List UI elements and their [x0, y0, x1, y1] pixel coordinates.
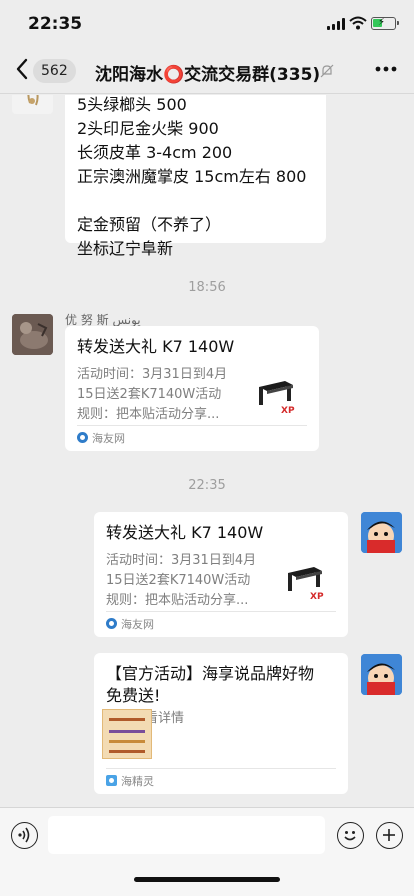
- mute-bell-icon: [320, 64, 334, 78]
- card-source: 海友网: [106, 611, 336, 637]
- chat-messages: 5头绿榔头 500 2头印尼金火柴 900 长须皮革 3-4cm 200 正宗澳…: [0, 95, 414, 807]
- message-line: 坐标辽宁阜新: [77, 239, 174, 258]
- status-bar: 22:35 ⚡: [0, 0, 414, 48]
- message-line: 2头印尼金火柴 900: [77, 119, 219, 138]
- plus-more-icon[interactable]: [376, 822, 403, 849]
- battery-icon: ⚡: [371, 17, 399, 30]
- message-line: 5头绿榔头 500: [77, 95, 187, 114]
- emoji-icon[interactable]: [337, 822, 364, 849]
- home-indicator[interactable]: [134, 877, 280, 882]
- haijingling-logo-icon: [106, 775, 117, 786]
- message-timestamp: 18:56: [188, 280, 226, 295]
- voice-input-icon[interactable]: [11, 822, 38, 849]
- link-card[interactable]: 【官方活动】海享说品牌好物 免费送! 点击查看详情 海精灵: [94, 653, 348, 794]
- chat-title: 沈阳海水⭕交流交易群(335): [95, 65, 321, 85]
- card-title: 转发送大礼 K7 140W: [106, 523, 264, 542]
- message-line: [77, 189, 314, 213]
- svg-text:XP: XP: [281, 406, 295, 416]
- input-bar: [0, 807, 414, 896]
- my-avatar[interactable]: [361, 512, 402, 553]
- my-avatar[interactable]: [361, 654, 402, 695]
- product-thumbnail-icon: XP: [282, 555, 336, 609]
- unread-count-badge[interactable]: 562: [33, 59, 76, 83]
- message-line: 正宗澳洲魔掌皮 15cm左右 800: [77, 167, 307, 186]
- card-source: 海精灵: [106, 768, 336, 794]
- sender-avatar[interactable]: [12, 314, 53, 355]
- status-time: 22:35: [28, 14, 83, 34]
- link-card[interactable]: 转发送大礼 K7 140W 活动时间：3月31日到4月 15日送2套K7140W…: [65, 326, 319, 451]
- card-source: 海友网: [77, 425, 307, 451]
- card-title: 转发送大礼 K7 140W: [77, 337, 235, 356]
- sender-avatar[interactable]: [12, 95, 53, 114]
- wifi-icon: [349, 16, 367, 30]
- link-card[interactable]: 转发送大礼 K7 140W 活动时间：3月31日到4月 15日送2套K7140W…: [94, 512, 348, 637]
- haiyou-logo-icon: [106, 618, 117, 629]
- back-chevron-icon[interactable]: [14, 57, 30, 81]
- haiyou-logo-icon: [77, 432, 88, 443]
- card-description: 活动时间：3月31日到4月 15日送2套K7140W活动 规则：把本贴活动分享.…: [106, 553, 257, 608]
- nav-bar: 562 沈阳海水⭕交流交易群(335): [0, 48, 414, 94]
- cellular-signal-icon: [327, 18, 345, 30]
- svg-text:XP: XP: [310, 592, 324, 602]
- message-line: 定金预留（不养了）: [77, 215, 222, 234]
- card-description: 活动时间：3月31日到4月 15日送2套K7140W活动 规则：把本贴活动分享.…: [77, 367, 228, 422]
- text-message-bubble[interactable]: 5头绿榔头 500 2头印尼金火柴 900 长须皮革 3-4cm 200 正宗澳…: [65, 95, 326, 258]
- message-timestamp: 22:35: [188, 478, 226, 493]
- product-thumbnail-icon: XP: [253, 369, 307, 423]
- promo-poster-thumbnail: [102, 709, 152, 759]
- card-title: 【官方活动】海享说品牌好物 免费送!: [106, 664, 315, 705]
- more-options-icon[interactable]: [375, 66, 397, 72]
- message-input[interactable]: [48, 816, 325, 854]
- message-line: 长须皮革 3-4cm 200: [77, 143, 233, 162]
